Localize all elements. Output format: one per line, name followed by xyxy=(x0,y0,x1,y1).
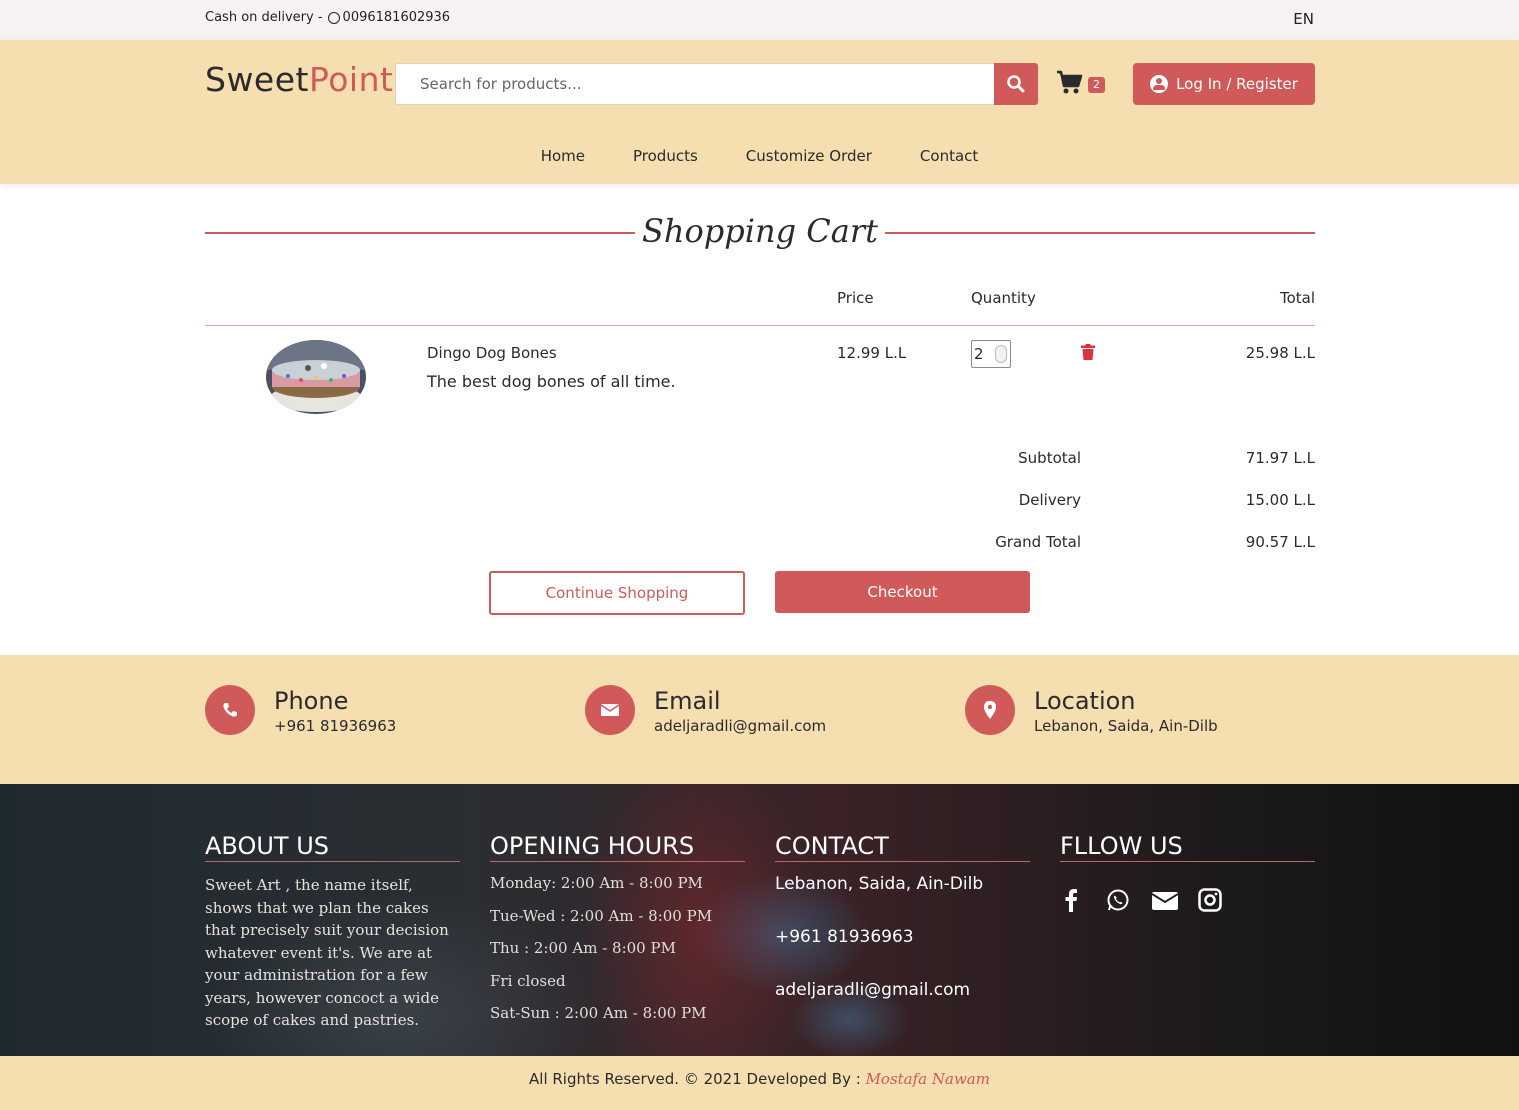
column-header-price: Price xyxy=(837,289,874,307)
logo-point: Point xyxy=(308,60,394,99)
nav-products[interactable]: Products xyxy=(633,147,698,165)
footer-about-text: Sweet Art , the name itself, shows that … xyxy=(205,876,449,1029)
continue-shopping-button[interactable]: Continue Shopping xyxy=(489,571,745,615)
cart-count-badge: 2 xyxy=(1088,77,1105,93)
email-icon-circle xyxy=(585,685,635,735)
title-divider-right xyxy=(885,232,1315,234)
map-marker-icon xyxy=(984,701,996,719)
trash-icon[interactable] xyxy=(1081,344,1095,360)
copyright-text: All Rights Reserved. © 2021 Developed By… xyxy=(529,1070,861,1088)
login-register-button[interactable]: Log In / Register xyxy=(1133,63,1315,105)
hours-line: Monday: 2:00 Am - 8:00 PM xyxy=(490,874,703,892)
hours-line: Thu : 2:00 Am - 8:00 PM xyxy=(490,939,676,957)
nav-home[interactable]: Home xyxy=(541,147,585,165)
footer-about-title: ABOUT US xyxy=(205,832,460,862)
delivery-value: 15.00 L.L xyxy=(1245,491,1315,509)
logo-sweet: Sweet xyxy=(205,60,309,99)
contact-email-title: Email xyxy=(654,687,721,715)
product-description: The best dog bones of all time. xyxy=(427,372,676,391)
contact-location-title: Location xyxy=(1034,687,1136,715)
footer-hours: OPENING HOURS Monday: 2:00 Am - 8:00 PM … xyxy=(490,832,745,1037)
logo[interactable]: SweetPoint xyxy=(205,60,393,99)
login-label: Log In / Register xyxy=(1176,75,1298,93)
copyright-bar: All Rights Reserved. © 2021 Developed By… xyxy=(0,1056,1519,1110)
phone-icon xyxy=(223,703,237,717)
search-icon xyxy=(1007,75,1025,93)
contact-location-value: Lebanon, Saida, Ain-Dilb xyxy=(1034,717,1218,735)
hours-line: Sat-Sun : 2:00 Am - 8:00 PM xyxy=(490,1004,707,1022)
column-header-quantity: Quantity xyxy=(971,289,1036,307)
grand-total-value: 90.57 L.L xyxy=(1245,533,1315,551)
subtotal-label: Subtotal xyxy=(1018,449,1081,467)
footer-contact-title: CONTACT xyxy=(775,832,1030,862)
contact-phone-value[interactable]: +961 81936963 xyxy=(274,717,396,735)
contact-phone-title: Phone xyxy=(274,687,349,715)
product-image[interactable] xyxy=(266,340,366,414)
grand-total-label: Grand Total xyxy=(995,533,1081,551)
nav-contact[interactable]: Contact xyxy=(920,147,978,165)
developer-link[interactable]: Mostafa Nawam xyxy=(866,1070,990,1088)
table-divider xyxy=(205,325,1315,326)
instagram-icon[interactable] xyxy=(1198,888,1222,912)
quantity-value: 2 xyxy=(974,345,984,363)
main-nav: Home Products Customize Order Contact xyxy=(0,147,1519,165)
contact-email-value[interactable]: adeljaradli@gmail.com xyxy=(654,717,826,735)
column-header-total: Total xyxy=(1279,289,1315,307)
location-icon-circle xyxy=(965,685,1015,735)
delivery-label: Delivery xyxy=(1018,491,1081,509)
cart-button[interactable] xyxy=(1056,70,1084,100)
footer-follow: FLLOW US xyxy=(1060,832,1315,912)
phone-icon-circle xyxy=(205,685,255,735)
hours-line: Tue-Wed : 2:00 Am - 8:00 PM xyxy=(490,906,713,925)
hours-line: Fri closed xyxy=(490,971,566,990)
quantity-stepper[interactable]: 2 xyxy=(971,340,1011,368)
footer-contact: CONTACT Lebanon, Saida, Ain-Dilb +961 81… xyxy=(775,832,1030,1021)
site-footer: ABOUT US Sweet Art , the name itself, sh… xyxy=(0,784,1519,1056)
whatsapp-icon[interactable] xyxy=(1106,888,1130,912)
quantity-spinner-arrows-icon[interactable] xyxy=(995,345,1007,363)
page-title: Shopping Cart xyxy=(642,212,878,250)
product-name[interactable]: Dingo Dog Bones xyxy=(427,344,557,362)
facebook-icon[interactable] xyxy=(1060,888,1084,912)
checkout-button[interactable]: Checkout xyxy=(775,571,1030,613)
product-total: 25.98 L.L xyxy=(1245,344,1315,362)
cart-icon xyxy=(1057,70,1083,94)
search-input[interactable]: Search for products... xyxy=(395,63,995,105)
top-bar: Cash on delivery - 0096181602936 EN xyxy=(0,0,1519,40)
footer-contact-email[interactable]: adeljaradli@gmail.com xyxy=(775,980,1030,1021)
page-title-row: Shopping Cart xyxy=(205,212,1315,256)
delivery-info: Cash on delivery - 0096181602936 xyxy=(205,10,450,25)
site-header: SweetPoint Search for products... 2 Log … xyxy=(0,40,1519,184)
footer-contact-address: Lebanon, Saida, Ain-Dilb xyxy=(775,874,984,894)
topbar-phone[interactable]: 0096181602936 xyxy=(343,10,451,25)
footer-hours-title: OPENING HOURS xyxy=(490,832,745,862)
whatsapp-icon xyxy=(327,11,340,24)
envelope-icon xyxy=(600,704,620,716)
contact-band: Phone +961 81936963 Email adeljaradli@gm… xyxy=(0,655,1519,784)
user-circle-icon xyxy=(1150,75,1169,93)
footer-follow-title: FLLOW US xyxy=(1060,832,1315,862)
delivery-text: Cash on delivery - xyxy=(205,10,323,25)
search-button[interactable] xyxy=(994,63,1038,105)
envelope-icon[interactable] xyxy=(1151,888,1179,912)
subtotal-value: 71.97 L.L xyxy=(1245,449,1315,467)
nav-customize-order[interactable]: Customize Order xyxy=(746,147,872,165)
social-links xyxy=(1060,888,1315,912)
language-switcher[interactable]: EN xyxy=(1293,10,1314,28)
footer-contact-phone[interactable]: +961 81936963 xyxy=(775,927,1030,968)
footer-about: ABOUT US Sweet Art , the name itself, sh… xyxy=(205,832,460,1032)
product-price: 12.99 L.L xyxy=(837,344,907,362)
